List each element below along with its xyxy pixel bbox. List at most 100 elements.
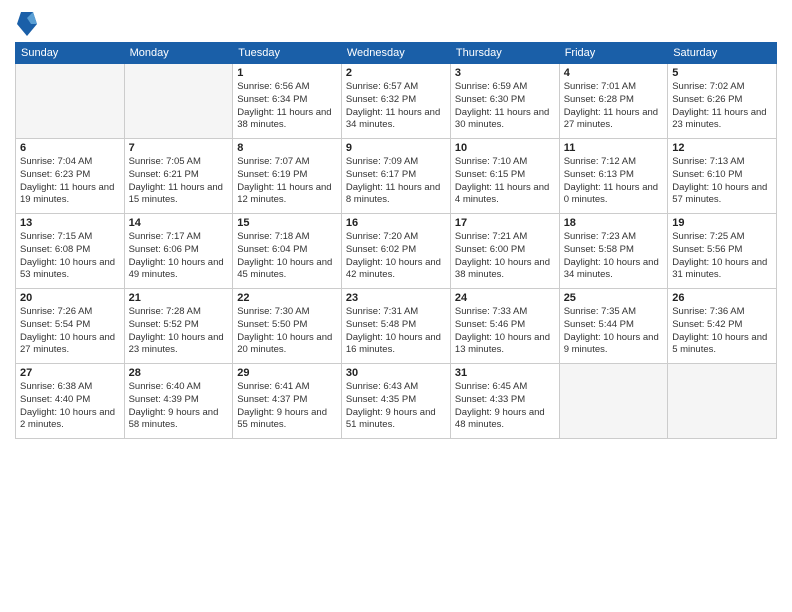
- calendar-header-cell: Monday: [124, 43, 233, 64]
- day-info: Sunrise: 6:41 AM Sunset: 4:37 PM Dayligh…: [237, 381, 337, 432]
- day-number: 5: [672, 67, 772, 79]
- calendar-day-cell: [124, 64, 233, 139]
- calendar-day-cell: 2 Sunrise: 6:57 AM Sunset: 6:32 PM Daylig…: [341, 64, 450, 139]
- calendar-day-cell: [668, 364, 777, 439]
- calendar-header-cell: Thursday: [450, 43, 559, 64]
- day-info: Sunrise: 7:23 AM Sunset: 5:58 PM Dayligh…: [564, 231, 664, 282]
- day-info: Sunrise: 6:45 AM Sunset: 4:33 PM Dayligh…: [455, 381, 555, 432]
- day-number: 13: [20, 217, 120, 229]
- day-info: Sunrise: 6:40 AM Sunset: 4:39 PM Dayligh…: [129, 381, 229, 432]
- calendar-week-row: 1Sunrise: 6:56 AM Sunset: 6:34 PM Daylig…: [16, 64, 777, 139]
- day-number: 23: [346, 292, 446, 304]
- day-info: Sunrise: 7:28 AM Sunset: 5:52 PM Dayligh…: [129, 306, 229, 357]
- day-number: 17: [455, 217, 555, 229]
- calendar-day-cell: 22 Sunrise: 7:30 AM Sunset: 5:50 PM Dayli…: [233, 289, 342, 364]
- calendar-header-cell: Sunday: [16, 43, 125, 64]
- calendar-day-cell: 27 Sunrise: 6:38 AM Sunset: 4:40 PM Dayli…: [16, 364, 125, 439]
- day-info: Sunrise: 7:20 AM Sunset: 6:02 PM Dayligh…: [346, 231, 446, 282]
- calendar-day-cell: 10 Sunrise: 7:10 AM Sunset: 6:15 PM Dayli…: [450, 139, 559, 214]
- day-number: 30: [346, 367, 446, 379]
- day-number: 25: [564, 292, 664, 304]
- calendar-day-cell: 5 Sunrise: 7:02 AM Sunset: 6:26 PM Daylig…: [668, 64, 777, 139]
- day-number: 12: [672, 142, 772, 154]
- calendar-week-row: 13 Sunrise: 7:15 AM Sunset: 6:08 PM Dayli…: [16, 214, 777, 289]
- day-info: Sunrise: 7:30 AM Sunset: 5:50 PM Dayligh…: [237, 306, 337, 357]
- calendar-day-cell: 28 Sunrise: 6:40 AM Sunset: 4:39 PM Dayli…: [124, 364, 233, 439]
- day-info: Sunrise: 7:13 AM Sunset: 6:10 PM Dayligh…: [672, 156, 772, 207]
- calendar-day-cell: 15 Sunrise: 7:18 AM Sunset: 6:04 PM Dayli…: [233, 214, 342, 289]
- day-info: Sunrise: 6:43 AM Sunset: 4:35 PM Dayligh…: [346, 381, 446, 432]
- day-number: 2: [346, 67, 446, 79]
- day-number: 31: [455, 367, 555, 379]
- calendar-day-cell: [559, 364, 668, 439]
- day-number: 20: [20, 292, 120, 304]
- day-info: Sunrise: 6:38 AM Sunset: 4:40 PM Dayligh…: [20, 381, 120, 432]
- day-number: 4: [564, 67, 664, 79]
- calendar-day-cell: 9 Sunrise: 7:09 AM Sunset: 6:17 PM Daylig…: [341, 139, 450, 214]
- calendar-day-cell: 1Sunrise: 6:56 AM Sunset: 6:34 PM Daylig…: [233, 64, 342, 139]
- day-number: 11: [564, 142, 664, 154]
- calendar-week-row: 6 Sunrise: 7:04 AM Sunset: 6:23 PM Daylig…: [16, 139, 777, 214]
- day-number: 24: [455, 292, 555, 304]
- day-number: 22: [237, 292, 337, 304]
- calendar-day-cell: 26Sunrise: 7:36 AM Sunset: 5:42 PM Dayli…: [668, 289, 777, 364]
- day-info: Sunrise: 7:26 AM Sunset: 5:54 PM Dayligh…: [20, 306, 120, 357]
- calendar-day-cell: 21Sunrise: 7:28 AM Sunset: 5:52 PM Dayli…: [124, 289, 233, 364]
- calendar-day-cell: 18 Sunrise: 7:23 AM Sunset: 5:58 PM Dayli…: [559, 214, 668, 289]
- day-info: Sunrise: 7:21 AM Sunset: 6:00 PM Dayligh…: [455, 231, 555, 282]
- day-info: Sunrise: 7:04 AM Sunset: 6:23 PM Dayligh…: [20, 156, 120, 207]
- day-info: Sunrise: 6:59 AM Sunset: 6:30 PM Dayligh…: [455, 81, 555, 132]
- calendar-day-cell: 24 Sunrise: 7:33 AM Sunset: 5:46 PM Dayli…: [450, 289, 559, 364]
- day-info: Sunrise: 7:35 AM Sunset: 5:44 PM Dayligh…: [564, 306, 664, 357]
- calendar-day-cell: 20 Sunrise: 7:26 AM Sunset: 5:54 PM Dayli…: [16, 289, 125, 364]
- day-number: 18: [564, 217, 664, 229]
- calendar-day-cell: 13 Sunrise: 7:15 AM Sunset: 6:08 PM Dayli…: [16, 214, 125, 289]
- main-container: SundayMondayTuesdayWednesdayThursdayFrid…: [0, 0, 792, 444]
- calendar-header-cell: Wednesday: [341, 43, 450, 64]
- calendar-day-cell: 11Sunrise: 7:12 AM Sunset: 6:13 PM Dayli…: [559, 139, 668, 214]
- day-number: 7: [129, 142, 229, 154]
- calendar-day-cell: 6 Sunrise: 7:04 AM Sunset: 6:23 PM Daylig…: [16, 139, 125, 214]
- calendar-day-cell: 14 Sunrise: 7:17 AM Sunset: 6:06 PM Dayli…: [124, 214, 233, 289]
- day-number: 14: [129, 217, 229, 229]
- calendar-day-cell: 31 Sunrise: 6:45 AM Sunset: 4:33 PM Dayli…: [450, 364, 559, 439]
- calendar-day-cell: 23Sunrise: 7:31 AM Sunset: 5:48 PM Dayli…: [341, 289, 450, 364]
- calendar-day-cell: 12 Sunrise: 7:13 AM Sunset: 6:10 PM Dayli…: [668, 139, 777, 214]
- calendar-day-cell: [16, 64, 125, 139]
- day-info: Sunrise: 7:09 AM Sunset: 6:17 PM Dayligh…: [346, 156, 446, 207]
- day-info: Sunrise: 7:17 AM Sunset: 6:06 PM Dayligh…: [129, 231, 229, 282]
- calendar-week-row: 20 Sunrise: 7:26 AM Sunset: 5:54 PM Dayli…: [16, 289, 777, 364]
- day-number: 28: [129, 367, 229, 379]
- day-number: 19: [672, 217, 772, 229]
- calendar-day-cell: 29 Sunrise: 6:41 AM Sunset: 4:37 PM Dayli…: [233, 364, 342, 439]
- day-number: 29: [237, 367, 337, 379]
- day-info: Sunrise: 7:02 AM Sunset: 6:26 PM Dayligh…: [672, 81, 772, 132]
- day-info: Sunrise: 7:18 AM Sunset: 6:04 PM Dayligh…: [237, 231, 337, 282]
- day-number: 27: [20, 367, 120, 379]
- day-number: 16: [346, 217, 446, 229]
- day-info: Sunrise: 7:15 AM Sunset: 6:08 PM Dayligh…: [20, 231, 120, 282]
- day-info: Sunrise: 6:57 AM Sunset: 6:32 PM Dayligh…: [346, 81, 446, 132]
- calendar-week-row: 27 Sunrise: 6:38 AM Sunset: 4:40 PM Dayli…: [16, 364, 777, 439]
- calendar-day-cell: 3Sunrise: 6:59 AM Sunset: 6:30 PM Daylig…: [450, 64, 559, 139]
- calendar-day-cell: 30 Sunrise: 6:43 AM Sunset: 4:35 PM Dayli…: [341, 364, 450, 439]
- calendar-day-cell: 25 Sunrise: 7:35 AM Sunset: 5:44 PM Dayli…: [559, 289, 668, 364]
- calendar-header-cell: Friday: [559, 43, 668, 64]
- logo-icon: [17, 10, 37, 38]
- calendar-body: 1Sunrise: 6:56 AM Sunset: 6:34 PM Daylig…: [16, 64, 777, 439]
- calendar-header-row: SundayMondayTuesdayWednesdayThursdayFrid…: [16, 43, 777, 64]
- day-info: Sunrise: 7:25 AM Sunset: 5:56 PM Dayligh…: [672, 231, 772, 282]
- day-number: 6: [20, 142, 120, 154]
- day-info: Sunrise: 7:07 AM Sunset: 6:19 PM Dayligh…: [237, 156, 337, 207]
- day-info: Sunrise: 7:33 AM Sunset: 5:46 PM Dayligh…: [455, 306, 555, 357]
- day-info: Sunrise: 7:10 AM Sunset: 6:15 PM Dayligh…: [455, 156, 555, 207]
- day-number: 26: [672, 292, 772, 304]
- day-number: 9: [346, 142, 446, 154]
- day-info: Sunrise: 6:56 AM Sunset: 6:34 PM Dayligh…: [237, 81, 337, 132]
- day-number: 15: [237, 217, 337, 229]
- day-number: 8: [237, 142, 337, 154]
- logo: [15, 10, 37, 38]
- calendar-day-cell: 17 Sunrise: 7:21 AM Sunset: 6:00 PM Dayli…: [450, 214, 559, 289]
- calendar-day-cell: 19 Sunrise: 7:25 AM Sunset: 5:56 PM Dayli…: [668, 214, 777, 289]
- day-number: 10: [455, 142, 555, 154]
